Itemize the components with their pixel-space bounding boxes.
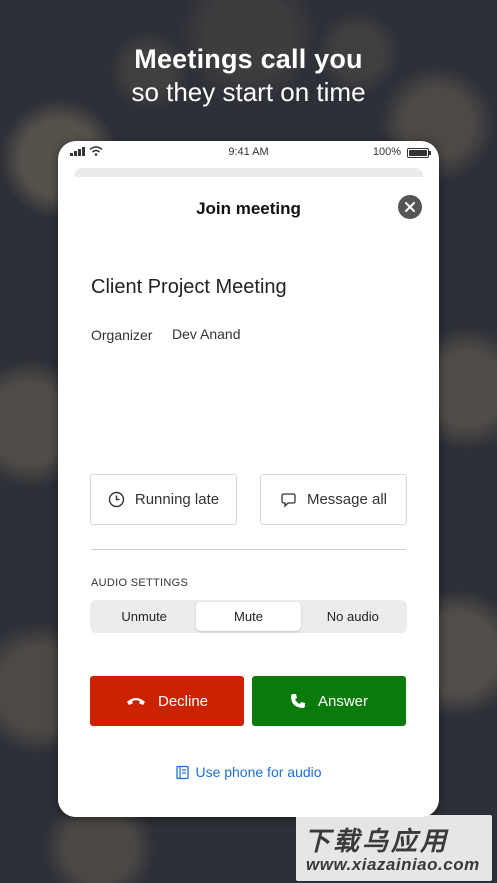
dialog-title: Join meeting	[196, 199, 301, 218]
watermark-title: 下载乌应用	[304, 826, 450, 856]
promo-headline: Meetings call you so they start on time	[0, 42, 497, 108]
phone-frame: 9:41 AM 100% Join meeting Client Project…	[58, 141, 439, 817]
audio-option-mute[interactable]: Mute	[196, 602, 301, 631]
answer-label: Answer	[317, 692, 369, 710]
watermark-url: www.xiazainiao.com	[306, 855, 480, 874]
answer-button[interactable]: Answer	[252, 676, 406, 726]
organizer-value: Dev Anand	[172, 326, 241, 342]
chat-bubble-icon	[281, 493, 296, 508]
close-icon	[405, 202, 415, 212]
decline-label: Decline	[157, 692, 209, 710]
phone-icon	[290, 694, 305, 708]
audio-settings-label: AUDIO SETTINGS	[91, 577, 189, 589]
promo-subtitle: so they start on time	[131, 77, 366, 107]
running-late-label: Running late	[134, 491, 220, 508]
use-phone-for-audio-link[interactable]: Use phone for audio	[58, 764, 439, 780]
battery-icon	[407, 148, 431, 158]
watermark: 下载乌应用 www.xiazainiao.com	[296, 815, 492, 881]
close-button[interactable]	[398, 195, 422, 219]
promo-title: Meetings call you	[134, 44, 363, 74]
message-all-button[interactable]: Message all	[260, 474, 407, 525]
battery-percent: 100%	[372, 146, 401, 158]
organizer-label: Organizer	[91, 327, 153, 343]
clock-icon	[108, 491, 125, 508]
phone-hangup-icon	[126, 698, 145, 705]
use-phone-for-audio-label: Use phone for audio	[195, 764, 322, 780]
message-all-label: Message all	[306, 491, 388, 508]
audio-settings-segmented-control: Unmute Mute No audio	[90, 600, 407, 633]
decline-button[interactable]: Decline	[90, 676, 244, 726]
running-late-button[interactable]: Running late	[90, 474, 237, 525]
join-meeting-sheet: Join meeting Client Project Meeting Orga…	[58, 177, 439, 817]
phone-book-icon	[176, 765, 190, 779]
meeting-name: Client Project Meeting	[91, 276, 287, 298]
audio-option-no-audio[interactable]: No audio	[301, 602, 405, 631]
divider	[91, 549, 406, 550]
status-bar: 9:41 AM 100%	[58, 141, 439, 165]
audio-option-unmute[interactable]: Unmute	[92, 602, 196, 631]
